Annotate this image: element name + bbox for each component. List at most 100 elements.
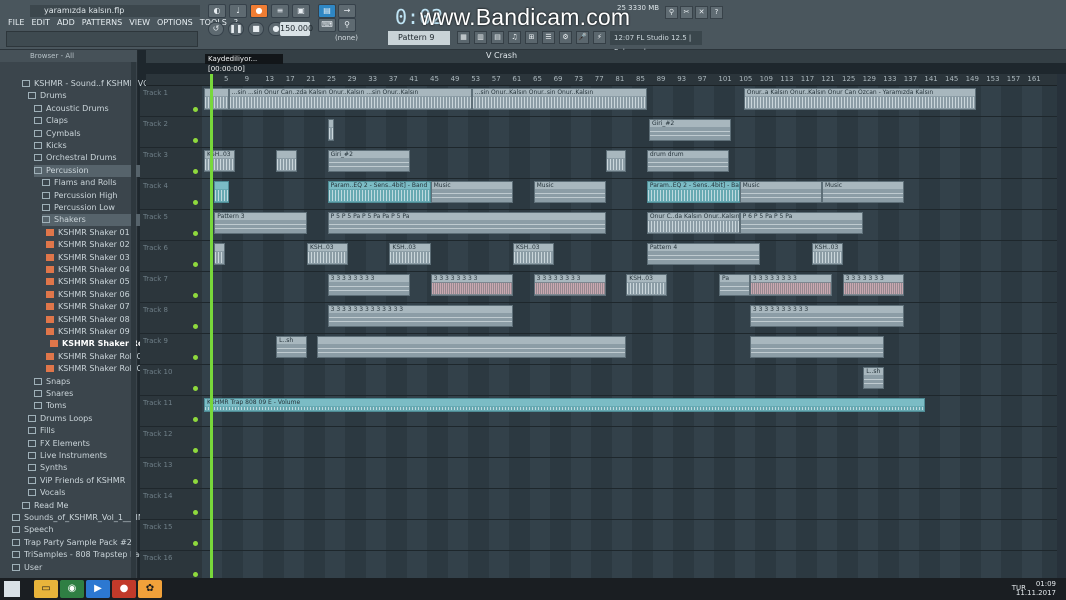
track-enable-led[interactable] [193, 386, 198, 391]
playlist-clip[interactable]: 3 3 3 3 3 3 3 3 3 3 [749, 305, 905, 327]
next-arrow-button[interactable]: → [338, 4, 356, 18]
browser-item[interactable]: KSHMR Shaker 06 [46, 289, 130, 301]
track-enable-led[interactable] [193, 293, 198, 298]
playlist-scrollbar[interactable] [1057, 74, 1066, 578]
mic-icon[interactable]: 🎤 [576, 31, 589, 44]
wait-input-button[interactable]: ● [250, 4, 268, 18]
browser-item[interactable]: KSHMR Shaker 01 [46, 227, 130, 239]
mixer-icon[interactable]: ♫ [508, 31, 521, 44]
playlist-clip[interactable]: Music [430, 181, 513, 203]
menu-file[interactable]: FILE [8, 18, 24, 27]
playlist-clip[interactable]: KSHMR Trap 808 09 E - Volume [204, 398, 925, 412]
browser-item[interactable]: KSHMR Shaker 05 [46, 276, 130, 288]
touch-keyboard-icon[interactable]: ⚙ [559, 31, 572, 44]
browser-item[interactable]: KSHMR Shaker 08 [46, 314, 130, 326]
browser-item[interactable]: Trap Party Sample Pack #2 [12, 537, 132, 549]
taskbar-clock[interactable]: 01:09 11.11.2017 [1016, 580, 1056, 598]
piano-roll-icon[interactable]: ▥ [474, 31, 487, 44]
track-header[interactable]: Track 10 [140, 365, 202, 396]
track-enable-led[interactable] [193, 169, 198, 174]
track-enable-led[interactable] [193, 355, 198, 360]
browser-item[interactable]: Claps [34, 115, 68, 127]
menu-patterns[interactable]: PATTERNS [82, 18, 122, 27]
menu-view[interactable]: VIEW [129, 18, 150, 27]
snap-value[interactable]: (none) [335, 34, 358, 42]
browser-item[interactable]: Drums Loops [28, 413, 92, 425]
track-enable-led[interactable] [193, 479, 198, 484]
blend-notes-button[interactable]: ▣ [292, 4, 310, 18]
playhead-marker[interactable] [210, 74, 213, 578]
track-header[interactable]: Track 4 [140, 179, 202, 210]
file-explorer-icon[interactable]: ▭ [34, 580, 58, 598]
playlist-clip[interactable] [749, 336, 884, 358]
version-news[interactable]: 12:07 FL Studio 12.5 | Released> [610, 31, 702, 56]
playlist-clip[interactable]: drum drum [646, 150, 730, 172]
browser-item[interactable]: Percussion Low [42, 202, 115, 214]
playlist-clip[interactable]: P 5 P 5 Pa P 5 Pa Pa P 5 Pa [327, 212, 606, 234]
track-enable-led[interactable] [193, 262, 198, 267]
keyboard-icon[interactable]: ⌨ [318, 18, 336, 32]
playlist-clip[interactable]: Onur C..da Kalsın Onur..Kalsın [646, 212, 740, 234]
browser-item[interactable]: Acoustic Drums [34, 103, 109, 115]
browser-header[interactable]: Browser - All [0, 50, 137, 62]
playlist-clip[interactable]: 3 3 3 3 3 3 3 [842, 274, 905, 296]
playlist-clip[interactable]: Param..EQ 2 - Sens..4bit] - Band 7 freq [646, 181, 740, 203]
browser-item[interactable]: FX Elements [28, 438, 90, 450]
fl-studio-icon[interactable]: ✿ [138, 580, 162, 598]
playlist-clip[interactable]: 3 3 3 3 3 3 3 3 3 3 3 3 3 [327, 305, 513, 327]
browser-item[interactable]: KSHMR Shaker 09 [46, 326, 130, 338]
browser-item[interactable]: Orchestral Drums [34, 152, 117, 164]
browser-item[interactable]: Kicks [34, 140, 67, 152]
timeline-ruler[interactable]: 5 9 13 17 21 25 29 33 37 41 45 49 53 57 61 65 69 73 77 81 85… [146, 74, 1066, 86]
playlist-clip[interactable]: L..sh [863, 367, 884, 389]
media-icon[interactable]: ▶ [86, 580, 110, 598]
playlist-clip[interactable]: KSH..03 [204, 150, 235, 172]
track-header[interactable]: Track 6 [140, 241, 202, 272]
playlist-clip[interactable]: Music [822, 181, 905, 203]
menu-options[interactable]: OPTIONS [157, 18, 193, 27]
pin-icon[interactable]: ⚲ [665, 6, 678, 19]
tempo-display[interactable]: 150.000 [280, 22, 313, 36]
browser-item[interactable]: Flams and Rolls [42, 177, 117, 189]
playlist-clip[interactable]: 3 3 3 3 3 3 3 3 [430, 274, 513, 296]
record-app-icon[interactable]: ● [112, 580, 136, 598]
playlist-clip[interactable] [605, 150, 627, 172]
pat-song-toggle[interactable]: ◐ [208, 4, 226, 18]
playlist-clip[interactable] [276, 150, 297, 172]
playlist-clip[interactable]: KSH..03 [307, 243, 349, 265]
browser-item[interactable]: ViP Friends of KSHMR [28, 475, 125, 487]
playlist-clip[interactable]: Param..EQ 2 - Sens..4bit] - Band 7 freq [327, 181, 431, 203]
track-header[interactable]: Track 5 [140, 210, 202, 241]
playlist-clip[interactable] [214, 181, 229, 203]
stop-button[interactable]: ■ [248, 22, 264, 36]
track-header[interactable]: Track 3 [140, 148, 202, 179]
playlist-clip[interactable]: P 6 P 5 Pa P 5 Pa [739, 212, 864, 234]
pattern-selector[interactable]: Pattern 9 [388, 31, 450, 45]
track-header[interactable]: Track 1 [140, 86, 202, 117]
track-enable-led[interactable] [193, 138, 198, 143]
playlist-clip[interactable]: Music [533, 181, 606, 203]
plug-icon[interactable]: ⚡ [593, 31, 606, 44]
browser-icon[interactable]: ☰ [542, 31, 555, 44]
playlist-clip[interactable] [317, 336, 627, 358]
link-icon[interactable]: ⚲ [338, 18, 356, 32]
browser-item[interactable]: Cymbals [34, 128, 80, 140]
step-edit-button[interactable]: ≡ [271, 4, 289, 18]
menu-add[interactable]: ADD [57, 18, 75, 27]
playlist-clip[interactable]: Giri_#2 [648, 119, 732, 141]
browser-item[interactable]: Toms [34, 400, 66, 412]
track-enable-led[interactable] [193, 448, 198, 453]
track-header[interactable]: Track 14 [140, 489, 202, 520]
channel-rack-icon[interactable]: ▤ [491, 31, 504, 44]
playlist-clip[interactable]: ...sin ...sin Onur Can..zda Kalsın Onur.… [228, 88, 472, 110]
playlist-clip[interactable]: KSH..03 [389, 243, 431, 265]
browser-item[interactable]: Live Instruments [28, 450, 107, 462]
track-header[interactable]: Track 13 [140, 458, 202, 489]
browser-item[interactable]: KSHMR Shaker 03 [46, 252, 130, 264]
track-enable-led[interactable] [193, 324, 198, 329]
help-icon[interactable]: ? [710, 6, 723, 19]
menu-edit[interactable]: EDIT [31, 18, 49, 27]
playlist-clip[interactable]: Music [739, 181, 822, 203]
browser-item[interactable]: Drums [28, 90, 66, 102]
mute-icon[interactable]: ✕ [695, 6, 708, 19]
